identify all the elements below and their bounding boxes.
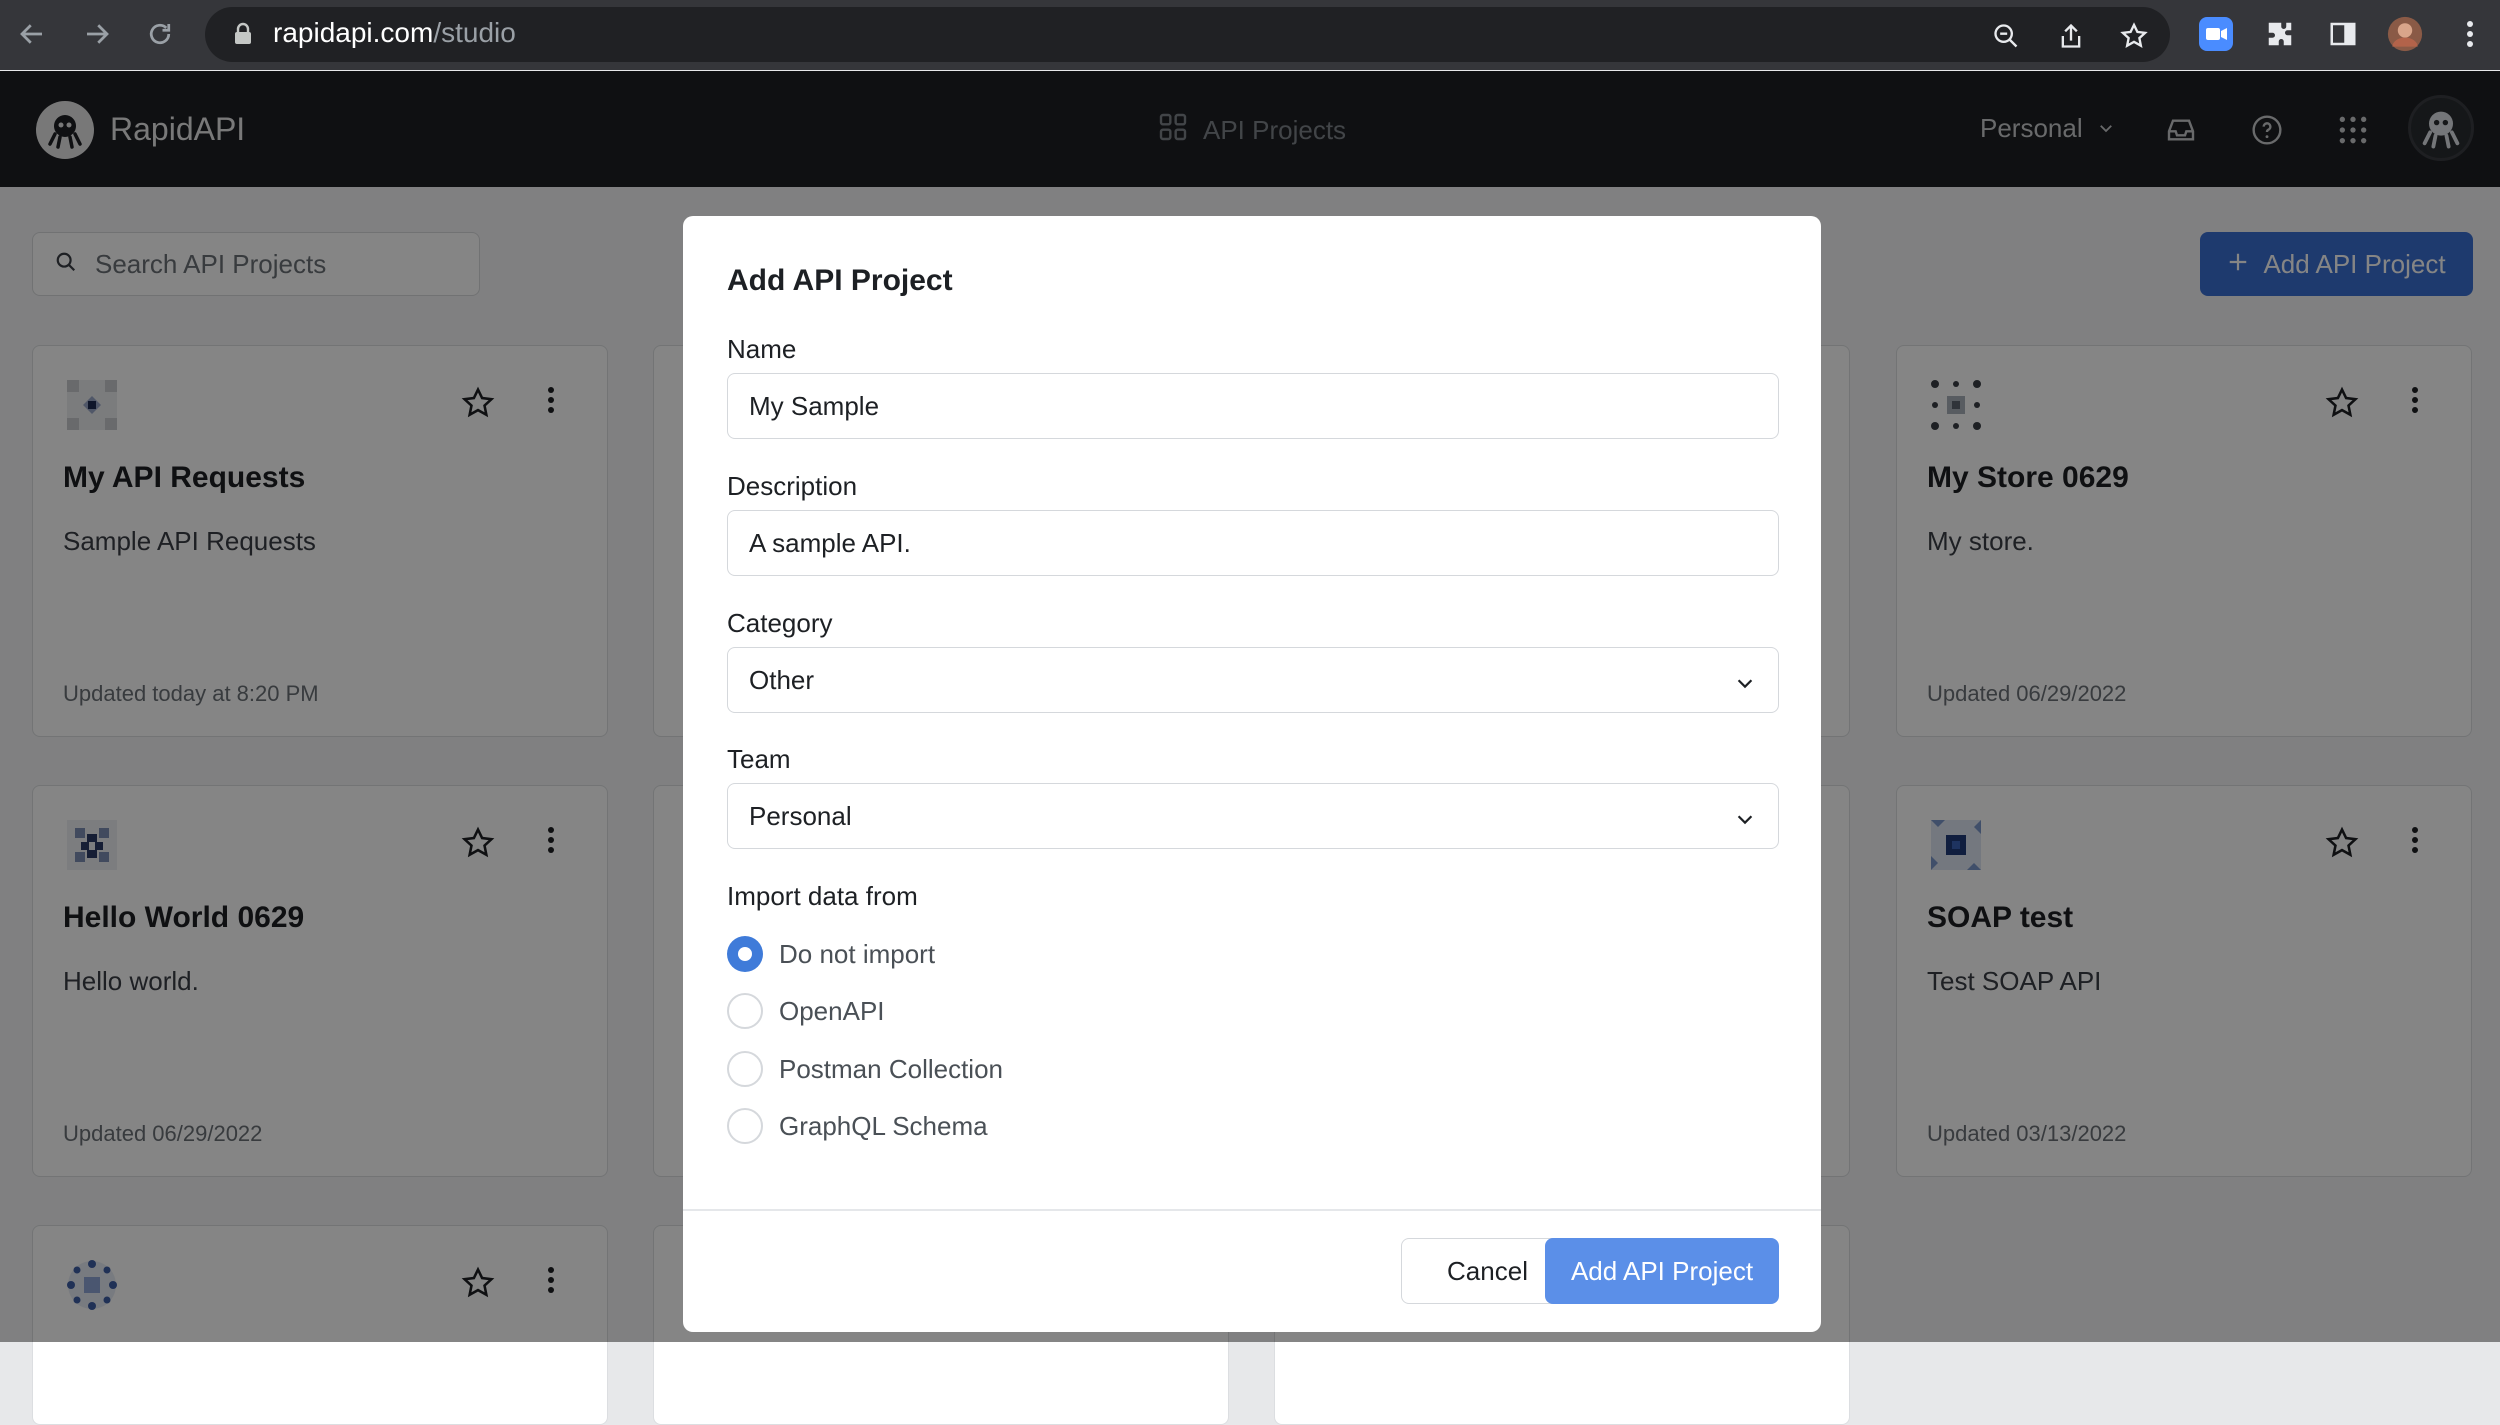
radio-label: OpenAPI (779, 995, 885, 1026)
dialog-divider (683, 1209, 1821, 1211)
radio-graphql-schema[interactable]: GraphQL Schema (727, 1108, 988, 1144)
team-select[interactable]: Personal (727, 783, 1779, 849)
profile-avatar-icon[interactable] (2387, 16, 2423, 52)
radio-label: GraphQL Schema (779, 1110, 988, 1141)
radio-indicator (727, 993, 763, 1029)
url-text: rapidapi.com/studio (273, 17, 516, 49)
add-api-project-dialog: Add API Project Name My Sample Descripti… (683, 216, 1821, 1332)
radio-postman-collection[interactable]: Postman Collection (727, 1051, 1003, 1087)
name-value: My Sample (749, 390, 880, 421)
submit-add-api-project-button[interactable]: Add API Project (1545, 1238, 1779, 1304)
side-panel-icon[interactable] (2325, 16, 2361, 52)
url-path: /studio (433, 17, 516, 48)
radio-selected-indicator (727, 936, 763, 972)
radio-label: Do not import (779, 938, 936, 969)
radio-do-not-import[interactable]: Do not import (727, 936, 935, 972)
radio-indicator (727, 1051, 763, 1087)
name-label: Name (727, 334, 797, 364)
radio-label: Postman Collection (779, 1053, 1003, 1084)
team-value: Personal (749, 800, 852, 831)
team-label: Team (727, 744, 791, 774)
forward-icon[interactable] (77, 14, 117, 54)
dialog-title: Add API Project (727, 264, 953, 297)
reload-icon[interactable] (140, 14, 180, 54)
description-value: A sample API. (749, 527, 911, 558)
radio-openapi[interactable]: OpenAPI (727, 993, 885, 1029)
bookmark-star-icon[interactable] (2118, 20, 2150, 52)
address-bar[interactable]: rapidapi.com/studio (205, 7, 2170, 62)
chevron-down-icon (1734, 806, 1756, 837)
description-field[interactable]: A sample API. (727, 510, 1779, 576)
back-icon[interactable] (12, 14, 52, 54)
extensions-puzzle-icon[interactable] (2262, 16, 2298, 52)
browser-menu-icon[interactable] (2452, 16, 2488, 52)
import-label: Import data from (727, 881, 918, 911)
category-value: Other (749, 664, 815, 695)
url-host: rapidapi.com (273, 17, 434, 48)
browser-toolbar: rapidapi.com/studio (0, 0, 2500, 70)
category-select[interactable]: Other (727, 647, 1779, 713)
zoom-extension-icon[interactable] (2198, 16, 2234, 52)
category-label: Category (727, 608, 833, 638)
lock-icon (233, 22, 253, 51)
zoom-icon[interactable] (1990, 20, 2022, 52)
share-icon[interactable] (2055, 20, 2087, 52)
chevron-down-icon (1734, 670, 1756, 701)
description-label: Description (727, 471, 858, 501)
radio-indicator (727, 1108, 763, 1144)
name-field[interactable]: My Sample (727, 373, 1779, 439)
